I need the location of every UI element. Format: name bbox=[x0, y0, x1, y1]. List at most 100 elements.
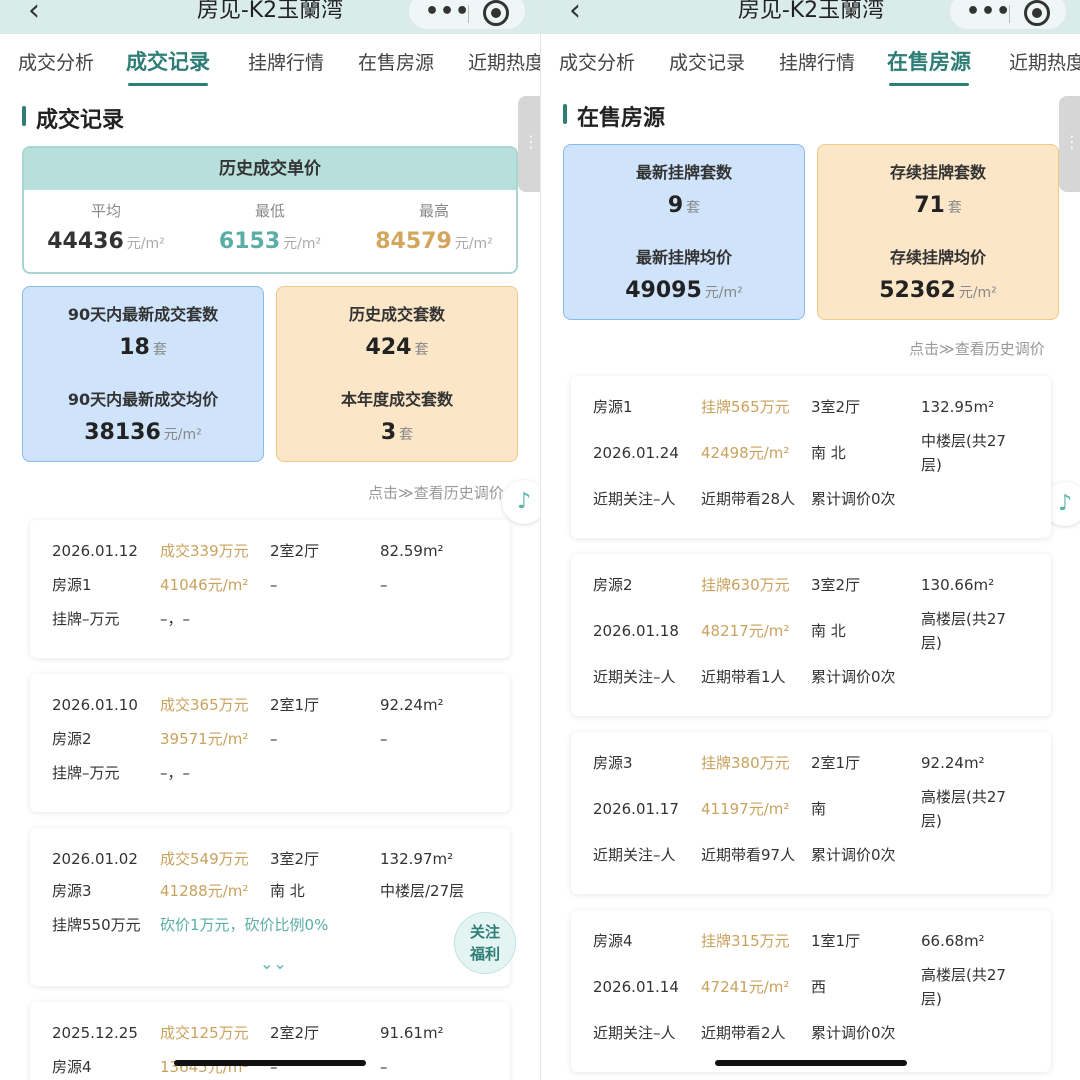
listing-adjustments: 累计调价0次 bbox=[811, 668, 896, 686]
listing-card[interactable]: 房源3 挂牌380万元 2室1厅 92.24m² 2026.01.17 4119… bbox=[571, 732, 1051, 894]
listing-price: 挂牌630万元 bbox=[701, 576, 790, 594]
tab-on-sale[interactable]: 在售房源 bbox=[887, 46, 971, 86]
listing-name: 房源2 bbox=[593, 576, 633, 594]
deal-record-card[interactable]: 2026.01.02 成交549万元 3室2厅 132.97m² 房源3 412… bbox=[30, 828, 516, 986]
avg-price-label: 平均 bbox=[90, 202, 121, 220]
listing-unit-price: 42498元/m² bbox=[701, 444, 790, 462]
deal-orientation: – bbox=[270, 576, 278, 594]
tab-deal-records[interactable]: 成交记录 bbox=[126, 46, 210, 86]
deal-layout: 3室2厅 bbox=[270, 850, 320, 868]
listing-name: 房源1 bbox=[52, 576, 92, 594]
mini-program-capsule: ••• bbox=[949, 0, 1067, 30]
min-price-value: 6153 bbox=[218, 229, 281, 254]
tab-recent-heat[interactable]: 近期热度 bbox=[1009, 48, 1080, 75]
tab-listing-market[interactable]: 挂牌行情 bbox=[248, 48, 324, 75]
tab-bar: 成交分析 成交记录 挂牌行情 在售房源 近期热度 bbox=[541, 34, 1080, 88]
listing-floor: 高楼层(共27 bbox=[921, 788, 1006, 806]
tab-deal-records[interactable]: 成交记录 bbox=[669, 48, 745, 75]
year-count-label: 本年度成交套数 bbox=[340, 390, 453, 409]
listing-name: 房源1 bbox=[593, 398, 633, 416]
new-avg-value: 49095 bbox=[625, 278, 702, 303]
deal-area: 82.59m² bbox=[380, 542, 444, 560]
section-title: 在售房源 bbox=[563, 100, 665, 132]
top-bar: ‹ 房见-K2玉蘭湾 ••• bbox=[0, 0, 540, 34]
deal-layout: 2室1厅 bbox=[270, 696, 320, 714]
listing-card[interactable]: 房源4 挂牌315万元 1室1厅 66.68m² 2026.01.14 4724… bbox=[571, 910, 1051, 1072]
recent-90-days-panel: 90天内最新成交套数 18 套 90天内最新成交均价 38136 元/m² bbox=[22, 286, 264, 462]
recent-count-unit: 套 bbox=[152, 342, 167, 358]
listing-date: 2026.01.18 bbox=[593, 622, 679, 640]
double-chevron-down-icon[interactable]: ⌄⌄ bbox=[260, 954, 287, 973]
tab-deal-analysis[interactable]: 成交分析 bbox=[559, 48, 635, 75]
listing-adjustments: 累计调价0次 bbox=[811, 846, 896, 864]
side-drawer-handle[interactable] bbox=[518, 96, 540, 192]
existing-avg-value: 52362 bbox=[879, 278, 956, 303]
listing-card[interactable]: 房源1 挂牌565万元 3室2厅 132.95m² 2026.01.24 424… bbox=[571, 376, 1051, 538]
deal-orientation: 南 北 bbox=[270, 882, 305, 900]
deal-unit-price: 41046元/m² bbox=[160, 576, 249, 594]
home-indicator[interactable] bbox=[174, 1060, 366, 1066]
music-note-icon[interactable]: ♪ bbox=[502, 480, 540, 524]
listing-area: 132.95m² bbox=[921, 398, 995, 416]
deal-layout: 2室2厅 bbox=[270, 542, 320, 560]
existing-avg-unit: 元/m² bbox=[958, 285, 997, 301]
tab-deal-analysis[interactable]: 成交分析 bbox=[18, 48, 94, 75]
listing-card[interactable]: 房源2 挂牌630万元 3室2厅 130.66m² 2026.01.18 482… bbox=[571, 554, 1051, 716]
deal-date: 2026.01.10 bbox=[52, 696, 138, 714]
listing-orientation: 南 北 bbox=[811, 622, 846, 640]
deal-price: 成交365万元 bbox=[160, 696, 249, 714]
existing-count-unit: 套 bbox=[947, 200, 962, 216]
deal-area: 132.97m² bbox=[380, 850, 454, 868]
new-count-unit: 套 bbox=[686, 200, 701, 216]
unit: 元/m² bbox=[454, 236, 493, 252]
home-indicator[interactable] bbox=[715, 1060, 907, 1066]
capsule-divider bbox=[1009, 5, 1010, 23]
listing-layout: 2室1厅 bbox=[811, 754, 861, 772]
target-circle-icon[interactable] bbox=[1024, 0, 1050, 26]
deal-unit-price: 41288元/m² bbox=[160, 882, 249, 900]
listing-visits: 近期带看2人 bbox=[701, 1024, 786, 1042]
deal-floor: – bbox=[380, 1058, 388, 1076]
listing-floor: 高楼层(共27 bbox=[921, 610, 1006, 628]
more-dots-icon[interactable]: ••• bbox=[966, 0, 1010, 31]
deal-record-card[interactable]: 2026.01.12 成交339万元 2室2厅 82.59m² 房源1 4104… bbox=[30, 520, 510, 658]
listing-name: 房源3 bbox=[593, 754, 633, 772]
price-panel-header: 历史成交单价 bbox=[24, 148, 516, 190]
listing-visits: 近期带看28人 bbox=[701, 490, 796, 508]
tab-recent-heat[interactable]: 近期热度 bbox=[468, 48, 540, 75]
deal-record-card[interactable]: 2025.12.25 成交125万元 2室2厅 91.61m² 房源4 1364… bbox=[30, 1002, 510, 1080]
listing-price: 挂牌550万元 bbox=[52, 916, 141, 934]
unit: 元/m² bbox=[283, 236, 322, 252]
listing-area: 66.68m² bbox=[921, 932, 985, 950]
max-price-label: 最高 bbox=[418, 202, 449, 220]
follow-benefit-button[interactable]: 关注 福利 bbox=[454, 912, 516, 974]
tab-on-sale[interactable]: 在售房源 bbox=[358, 48, 434, 75]
target-circle-icon[interactable] bbox=[483, 0, 509, 26]
bargain-info: –，– bbox=[160, 764, 191, 782]
more-dots-icon[interactable]: ••• bbox=[425, 0, 469, 31]
view-price-history-link[interactable]: 点击≫查看历史调价 bbox=[368, 482, 504, 503]
new-listing-panel: 最新挂牌套数 9套 最新挂牌均价 49095 元/m² bbox=[563, 144, 805, 320]
dual-screenshot: ‹ 房见-K2玉蘭湾 ••• 成交分析 成交记录 挂牌行情 在售房源 近期热度 … bbox=[0, 0, 1080, 1080]
deal-record-card[interactable]: 2026.01.10 成交365万元 2室1厅 92.24m² 房源2 3957… bbox=[30, 674, 510, 812]
listing-price: 挂牌565万元 bbox=[701, 398, 790, 416]
deal-price: 成交339万元 bbox=[160, 542, 249, 560]
tab-listing-market[interactable]: 挂牌行情 bbox=[779, 48, 855, 75]
deal-layout: 2室2厅 bbox=[270, 1024, 320, 1042]
new-count-value: 9 bbox=[667, 193, 684, 218]
recent-avg-label: 90天内最新成交均价 bbox=[67, 390, 219, 409]
avg-price-value: 44436 bbox=[47, 229, 124, 254]
listing-visits: 近期带看1人 bbox=[701, 668, 786, 686]
left-screen: ‹ 房见-K2玉蘭湾 ••• 成交分析 成交记录 挂牌行情 在售房源 近期热度 … bbox=[0, 0, 540, 1080]
side-drawer-handle[interactable] bbox=[1059, 96, 1080, 192]
listing-layout: 1室1厅 bbox=[811, 932, 861, 950]
main-content: 在售房源 最新挂牌套数 9套 最新挂牌均价 49095元/m² 存续挂牌套数 7… bbox=[541, 88, 1080, 1080]
deal-area: 91.61m² bbox=[380, 1024, 444, 1042]
listing-unit-price: 47241元/m² bbox=[701, 978, 790, 996]
listing-date: 2026.01.24 bbox=[593, 444, 679, 462]
view-price-history-link[interactable]: 点击≫查看历史调价 bbox=[909, 338, 1045, 359]
deal-date: 2026.01.02 bbox=[52, 850, 138, 868]
listing-floor-cont: 层) bbox=[921, 456, 942, 474]
capsule-divider bbox=[468, 5, 469, 23]
mini-program-capsule: ••• bbox=[408, 0, 526, 30]
